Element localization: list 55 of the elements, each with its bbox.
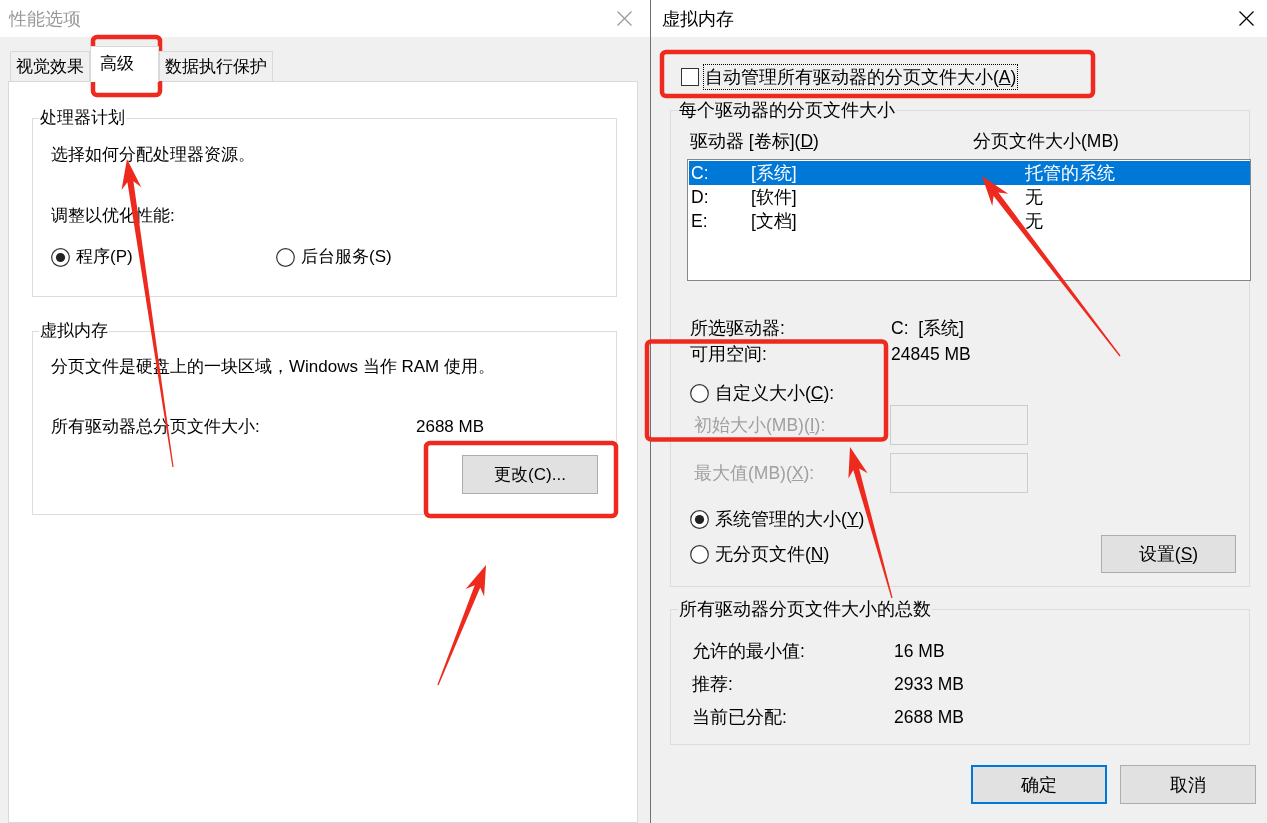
radio-button[interactable] (690, 383, 709, 403)
group-title: 所有驱动器分页文件大小的总数 (678, 599, 932, 619)
radio-label[interactable]: 自定义大小(C): (715, 381, 835, 405)
info-value: 24845 MB (891, 343, 971, 366)
group-title: 虚拟内存 (39, 321, 109, 341)
set-button[interactable]: 设置(S) (1101, 535, 1236, 573)
radio-label[interactable]: 系统管理的大小(Y) (715, 507, 865, 531)
group-title: 每个驱动器的分页文件大小 (678, 100, 896, 120)
info-label: 当前已分配: (692, 706, 787, 729)
paging-file-size: 无 (1025, 186, 1043, 209)
volume-label: [系统] (751, 162, 797, 185)
column-header: 驱动器 [卷标](D) (690, 130, 819, 153)
tab[interactable]: 数据执行保护 (159, 51, 273, 81)
group-title: 处理器计划 (39, 108, 126, 128)
ok-button[interactable]: 确定 (971, 765, 1107, 804)
window-title: 虚拟内存 (662, 7, 734, 30)
paging-file-size: 托管的系统 (1025, 162, 1115, 185)
volume-label: [软件] (751, 186, 797, 209)
paging-file-size: 无 (1025, 210, 1043, 233)
drive-letter: C: (691, 162, 709, 185)
radio-label[interactable]: 无分页文件(N) (715, 542, 830, 566)
column-header: 分页文件大小(MB) (973, 130, 1119, 153)
info-value: 2688 MB (416, 416, 485, 438)
info-value: 2933 MB (894, 673, 965, 696)
info-label: 推荐: (692, 673, 733, 696)
radio-button[interactable] (51, 247, 70, 267)
checkbox-label[interactable]: 自动管理所有驱动器的分页文件大小(A) (703, 64, 1019, 90)
info-value: 2688 MB (894, 706, 965, 729)
tab[interactable]: 高级 (90, 46, 159, 82)
drive-letter: D: (691, 186, 709, 209)
description-text: 选择如何分配处理器资源。 (51, 144, 255, 166)
drive-list[interactable]: C: [系统] 托管的系统 D: [软件] 无 E: [文档] 无 (687, 159, 1251, 281)
change-button[interactable]: 更改(C)... (462, 455, 598, 494)
radio-button[interactable] (690, 509, 709, 529)
info-label: 所选驱动器: (690, 317, 785, 340)
radio-button[interactable] (690, 544, 709, 564)
volume-label: [文档] (751, 210, 797, 233)
info-label: 允许的最小值: (692, 640, 805, 663)
list-row[interactable]: E: [文档] 无 (689, 209, 1250, 233)
drive-letter: E: (691, 210, 708, 233)
info-value: 16 MB (894, 640, 945, 663)
cancel-button[interactable]: 取消 (1120, 765, 1256, 804)
field-label: 初始大小(MB)(I): (693, 414, 826, 437)
info-value: C: [系统] (891, 317, 964, 340)
radio-button[interactable] (276, 247, 295, 267)
info-label: 可用空间: (690, 343, 767, 366)
close-icon[interactable] (1239, 11, 1254, 26)
field-label: 最大值(MB)(X): (693, 462, 815, 485)
radio-label[interactable]: 后台服务(S) (301, 245, 392, 269)
checkbox[interactable] (681, 68, 699, 86)
window-title: 性能选项 (9, 7, 81, 30)
tab[interactable]: 视觉效果 (10, 51, 90, 81)
list-row[interactable]: D: [软件] 无 (689, 185, 1250, 209)
list-row[interactable]: C: [系统] 托管的系统 (689, 161, 1250, 185)
radio-label[interactable]: 程序(P) (76, 245, 133, 269)
